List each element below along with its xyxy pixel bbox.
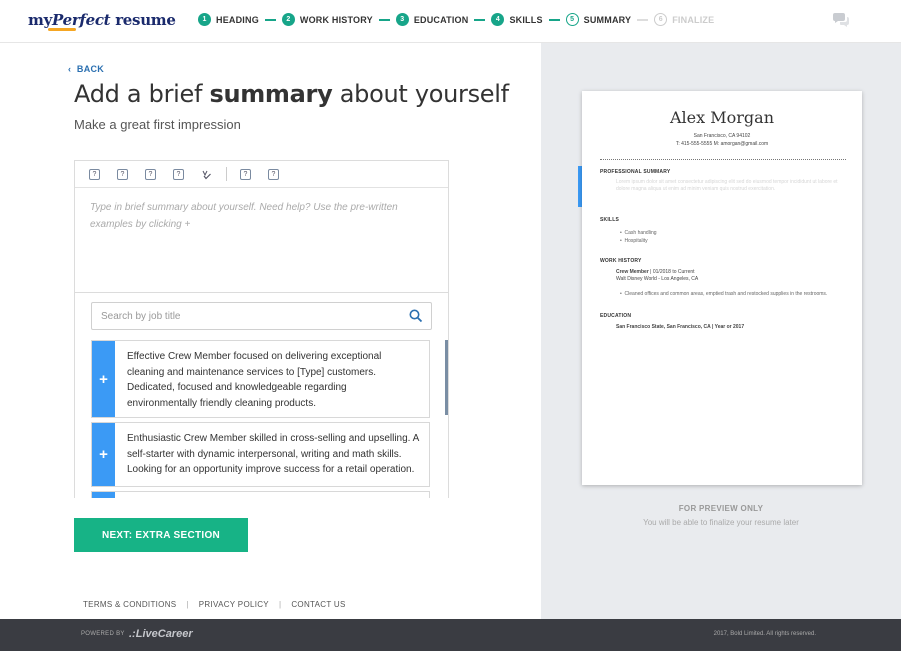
resume-preview: Alex Morgan San Francisco, CA 94102 T: 4… <box>582 91 862 485</box>
job-dates: | 01/2018 to Current <box>648 269 695 275</box>
title-post: about yourself <box>332 80 509 108</box>
job-title-search-input[interactable]: Search by job title <box>91 302 432 330</box>
resume-divider <box>600 159 846 160</box>
resume-education-line: San Francisco State, San Francisco, CA |… <box>616 324 745 330</box>
add-example-button[interactable] <box>92 492 115 498</box>
step-connector <box>637 18 649 21</box>
step-number: 2 <box>281 13 295 26</box>
resume-skills-heading: SKILLS <box>600 217 619 223</box>
examples-scrollbar[interactable] <box>445 340 448 415</box>
bold-icon[interactable]: ? <box>89 168 100 180</box>
resume-education-heading: EDUCATION <box>600 313 632 319</box>
italic-icon[interactable]: ? <box>117 168 128 180</box>
resume-work-heading: WORK HISTORY <box>600 258 642 264</box>
logo-perfect: Perfect <box>52 11 111 29</box>
step-label: EDUCATION <box>413 14 469 25</box>
search-icon[interactable] <box>409 309 423 323</box>
step-connector <box>548 18 560 21</box>
resume-location: San Francisco, CA 94102 <box>693 133 751 139</box>
step-connector <box>264 18 276 21</box>
resume-preview-panel: Alex Morgan San Francisco, CA 94102 T: 4… <box>541 43 901 619</box>
step-label: SKILLS <box>509 14 543 25</box>
add-example-button[interactable]: + <box>92 341 115 417</box>
step-label: WORK HISTORY <box>299 14 373 25</box>
summary-textarea-placeholder[interactable]: Type in brief summary about yourself. Ne… <box>90 199 410 233</box>
example-card[interactable] <box>91 491 430 498</box>
resume-name: Alex Morgan <box>670 108 774 127</box>
example-card[interactable]: + Effective Crew Member focused on deliv… <box>91 340 430 418</box>
summary-editor[interactable]: ? ? ? ? ? ? Type in brief summary about … <box>74 160 449 498</box>
logo-resume: resume <box>110 11 176 29</box>
step-summary[interactable]: 5 SUMMARY <box>565 13 632 26</box>
example-text: Effective Crew Member focused on deliver… <box>127 351 382 409</box>
step-connector <box>378 18 390 21</box>
next-extra-section-button[interactable]: NEXT: EXTRA SECTION <box>74 518 248 552</box>
preview-only-label: FOR PREVIEW ONLY <box>678 504 764 513</box>
chat-icon[interactable] <box>832 13 850 27</box>
livecareer-logo[interactable]: .:LiveCareer <box>129 628 193 640</box>
step-connector <box>474 18 486 21</box>
logo[interactable]: myPerfect resume <box>28 11 176 29</box>
resume-job-line: Crew Member | 01/2018 to Current <box>616 269 695 276</box>
editor-toolbar: ? ? ? ? ? ? <box>75 161 448 188</box>
step-education[interactable]: 3 EDUCATION <box>395 13 469 26</box>
resume-job-bullet: • Cleaned offices and common areas, empt… <box>620 291 828 297</box>
powered-by-label: POWERED BY <box>81 631 125 637</box>
privacy-link[interactable]: PRIVACY POLICY <box>199 600 269 609</box>
underline-icon[interactable]: ? <box>145 168 156 180</box>
title-pre: Add a brief <box>74 80 210 108</box>
resume-skill-item: • Cash handling <box>620 230 657 236</box>
step-heading[interactable]: 1 HEADING <box>198 13 259 26</box>
step-number: 3 <box>395 13 409 26</box>
step-number: 6 <box>654 13 668 26</box>
link-divider: | <box>186 600 189 609</box>
skill-text: Hospitality <box>624 238 648 244</box>
resume-summary-placeholder: Lorem ipsum dolor sit amet consectetur a… <box>616 179 838 192</box>
add-example-button[interactable]: + <box>92 423 115 486</box>
step-label: HEADING <box>216 14 259 25</box>
footer-links: TERMS & CONDITIONS | PRIVACY POLICY | CO… <box>83 600 346 609</box>
livecareer-brand: LiveCareer <box>135 628 193 640</box>
back-label: BACK <box>76 64 105 74</box>
step-finalize: 6 FINALIZE <box>654 13 714 26</box>
search-placeholder: Search by job title <box>101 311 181 322</box>
undo-icon[interactable]: ? <box>240 168 251 180</box>
step-label: SUMMARY <box>583 14 632 25</box>
copyright-text: 2017, Bold Limited. All rights reserved. <box>713 631 816 637</box>
progress-steps: 1 HEADING 2 WORK HISTORY 3 EDUCATION 4 SKILL… <box>198 13 714 26</box>
step-number: 5 <box>565 13 579 26</box>
job-title: Crew Member <box>616 269 649 275</box>
main-panel: ‹ BACK Add a brief summary about yoursel… <box>0 43 541 619</box>
step-number: 4 <box>491 13 505 26</box>
resume-skill-item: • Hospitality <box>620 238 648 244</box>
step-skills[interactable]: 4 SKILLS <box>491 13 542 26</box>
list-icon[interactable]: ? <box>173 168 184 180</box>
page-footer: POWERED BY .:LiveCareer 2017, Bold Limit… <box>0 619 901 651</box>
toolbar-divider <box>226 167 227 181</box>
redo-icon[interactable]: ? <box>268 168 279 180</box>
page-title: Add a brief summary about yourself <box>74 80 509 108</box>
job-bullet-text: Cleaned offices and common areas, emptie… <box>624 291 828 297</box>
resume-summary-heading: PROFESSIONAL SUMMARY <box>600 169 671 175</box>
resume-job-company: Walt Disney World - Los Angeles, CA <box>616 276 699 282</box>
step-work-history[interactable]: 2 WORK HISTORY <box>281 13 373 26</box>
preview-note: You will be able to finalize your resume… <box>643 518 799 527</box>
top-header: myPerfect resume 1 HEADING 2 WORK HISTORY … <box>0 0 901 43</box>
spellcheck-icon[interactable] <box>201 169 212 180</box>
examples-panel: Search by job title + Effective Crew Mem… <box>75 292 448 498</box>
title-bold: summary <box>209 80 333 108</box>
step-number: 1 <box>198 13 211 26</box>
page-subtitle: Make a great first impression <box>74 117 241 132</box>
logo-swoosh <box>48 28 76 31</box>
back-link[interactable]: ‹ BACK <box>68 64 104 74</box>
terms-link[interactable]: TERMS & CONDITIONS <box>83 600 176 609</box>
link-divider: | <box>278 600 282 609</box>
step-label: FINALIZE <box>672 14 715 25</box>
logo-my: my <box>28 11 52 29</box>
example-text: Enthusiastic Crew Member skilled in cros… <box>127 433 419 475</box>
example-card[interactable]: + Enthusiastic Crew Member skilled in cr… <box>91 422 430 487</box>
skill-text: Cash handling <box>624 230 657 236</box>
contact-link[interactable]: CONTACT US <box>291 600 345 609</box>
resume-contact: T: 415-555-5555 M: amorgan@gmail.com <box>675 141 769 147</box>
